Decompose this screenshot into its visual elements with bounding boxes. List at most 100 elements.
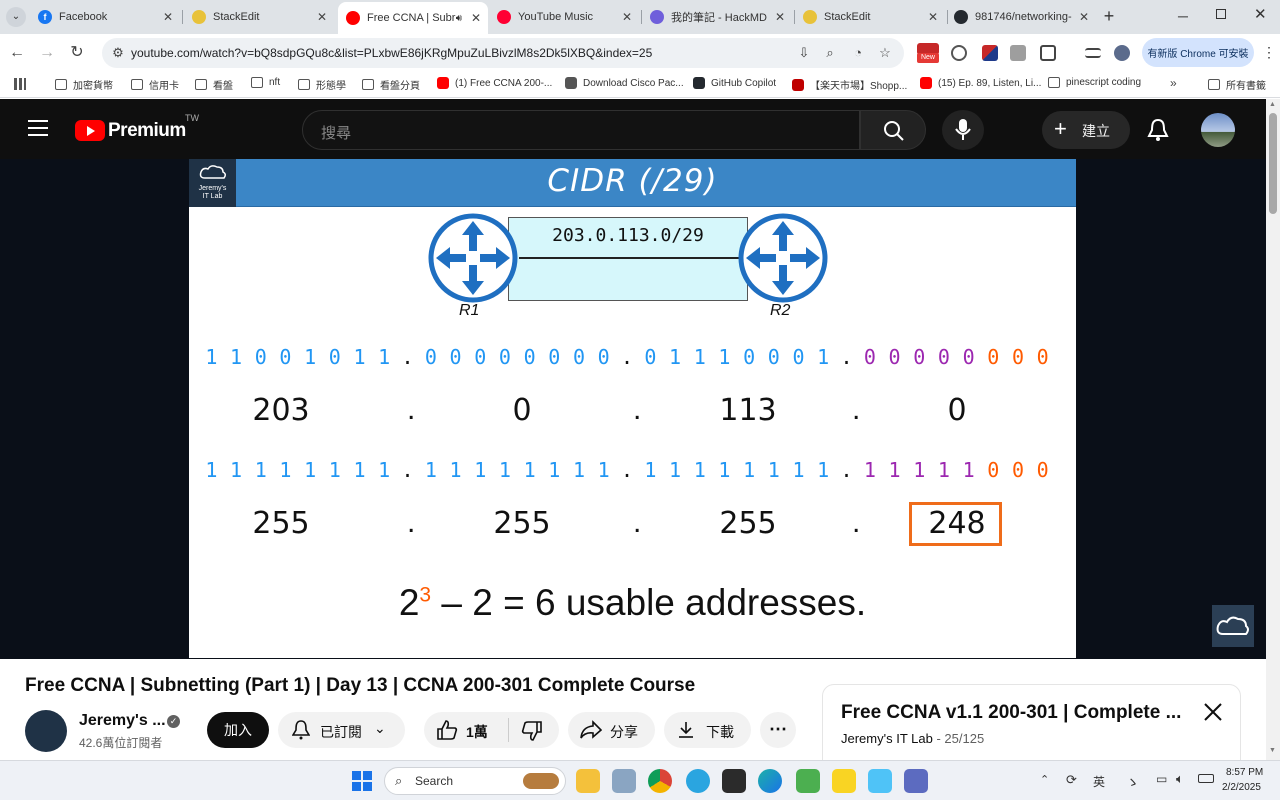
bookmark-star-icon[interactable]: ☆ <box>877 45 893 61</box>
scroll-down-arrow[interactable]: ▼ <box>1269 747 1276 754</box>
playlist-channel[interactable]: Jeremy's IT Lab <box>841 731 933 746</box>
site-info-icon[interactable]: ⚙ <box>110 45 126 61</box>
reload-icon[interactable]: ↻ <box>66 42 88 64</box>
bookmark-item[interactable]: 看盤 <box>195 77 233 92</box>
url-text[interactable]: youtube.com/watch?v=bQ8sdpGQu8c&list=PLx… <box>131 46 652 60</box>
bookmark-item[interactable]: (15) Ep. 89, Listen, Li... <box>920 77 1041 89</box>
extension-doc-icon[interactable] <box>1010 45 1026 61</box>
chrome-update-button[interactable]: 有新版 Chrome 可安裝 <box>1142 38 1254 67</box>
more-bookmarks-icon[interactable]: » <box>1170 76 1177 90</box>
tab-audio-icon[interactable]: 🔊︎ <box>456 13 462 24</box>
terminal-app-icon[interactable] <box>722 769 746 793</box>
tab-close-icon[interactable]: ✕ <box>925 10 941 24</box>
tab-close-icon[interactable]: ✕ <box>619 10 635 24</box>
bookmark-item[interactable]: Download Cisco Pac... <box>565 77 684 89</box>
ime-indicator[interactable]: 英 <box>1093 773 1105 790</box>
join-button[interactable]: 加入 <box>207 712 269 748</box>
file-explorer-icon[interactable] <box>576 769 600 793</box>
tab-close-icon[interactable]: ✕ <box>314 10 330 24</box>
extension-lens-icon[interactable] <box>951 45 967 61</box>
tab-6[interactable]: 981746/networking- ✕ <box>946 4 1096 30</box>
tab-close-icon[interactable]: ✕ <box>160 10 176 24</box>
volume-icon[interactable]: 🔈︎ <box>1176 771 1184 787</box>
address-bar[interactable]: ⚙ youtube.com/watch?v=bQ8sdpGQu8c&list=P… <box>102 38 904 68</box>
like-button[interactable]: 1萬 <box>424 712 508 748</box>
scroll-thumb[interactable] <box>1269 113 1277 214</box>
restore-button[interactable] <box>1216 9 1226 19</box>
channel-avatar[interactable] <box>25 710 67 752</box>
tab-5[interactable]: StackEdit ✕ <box>795 4 945 30</box>
tab-0[interactable]: f Facebook ✕ <box>30 4 180 30</box>
all-bookmarks[interactable]: 所有書籤 <box>1208 77 1266 92</box>
taskbar-search[interactable]: ⌕ Search <box>384 767 566 795</box>
chrome-menu-icon[interactable]: ⋮ <box>1262 44 1276 61</box>
bookmark-item[interactable]: pinescript coding <box>1048 77 1141 88</box>
settings-app-icon[interactable] <box>612 769 636 793</box>
notepad-app-icon[interactable] <box>868 769 892 793</box>
calculator-app-icon[interactable] <box>904 769 928 793</box>
forward-icon[interactable]: → <box>36 42 58 64</box>
tab-2[interactable]: Free CCNA | Subr 🔊︎ ✕ <box>338 2 488 34</box>
close-window-button[interactable]: ✕ <box>1254 5 1267 23</box>
account-avatar[interactable] <box>1201 113 1235 147</box>
network-icon[interactable]: ▭ <box>1156 772 1167 786</box>
tab-3[interactable]: YouTube Music ✕ <box>489 4 639 30</box>
bookmark-item[interactable]: 看盤分頁 <box>362 77 420 92</box>
clock-date[interactable]: 2/2/2025 <box>1222 782 1261 793</box>
dislike-button[interactable] <box>509 712 559 748</box>
bookmark-item[interactable]: 【楽天市場】Shopp... <box>792 77 907 92</box>
minimize-button[interactable]: ─ <box>1178 8 1192 24</box>
search-button[interactable] <box>860 110 926 150</box>
extension-new-icon[interactable]: New <box>917 43 939 63</box>
search-input[interactable]: 搜尋 <box>321 122 351 143</box>
tray-sync-icon[interactable]: ⟳ <box>1066 772 1077 788</box>
bookmark-item[interactable]: 信用卡 <box>131 77 179 92</box>
bookmark-item[interactable]: nft <box>251 77 280 88</box>
bookmark-item[interactable]: 加密貨幣 <box>55 77 113 92</box>
bookmark-item[interactable]: (1) Free CCNA 200-... <box>437 77 552 89</box>
video-player[interactable]: Jeremy's IT Lab CIDR (/29) 203.0.113.0/2… <box>0 159 1266 659</box>
voice-search-button[interactable] <box>942 110 984 150</box>
bookmark-item[interactable]: 形態學 <box>298 77 346 92</box>
chrome-app-icon[interactable] <box>648 769 672 793</box>
youtube-logo[interactable]: Premium TW <box>75 113 215 143</box>
tab-close-icon[interactable]: ✕ <box>772 10 788 24</box>
tab-close-icon[interactable]: ✕ <box>468 11 484 25</box>
clock-time[interactable]: 8:57 PM <box>1226 767 1263 778</box>
share-button[interactable]: 分享 <box>568 712 655 748</box>
app-green-icon[interactable] <box>796 769 820 793</box>
bookmark-item[interactable]: GitHub Copilot <box>693 77 776 89</box>
tab-4[interactable]: 我的筆記 - HackMD ✕ <box>642 4 792 30</box>
performance-icon[interactable]: ◔ <box>850 45 866 61</box>
menu-icon[interactable] <box>28 120 48 136</box>
install-app-icon[interactable]: ⇩ <box>796 45 812 61</box>
extensions-puzzle-icon[interactable] <box>1040 45 1056 61</box>
new-tab-button[interactable]: + <box>1100 7 1118 25</box>
channel-name[interactable]: Jeremy's ... <box>79 712 166 730</box>
search-box[interactable]: 搜尋 <box>302 110 860 150</box>
create-button[interactable]: + 建立 <box>1042 111 1130 149</box>
reading-list-icon[interactable] <box>1085 48 1101 58</box>
playlist-title[interactable]: Free CCNA v1.1 200-301 | Complete ... <box>841 702 1181 724</box>
tab-1[interactable]: StackEdit ✕ <box>184 4 334 30</box>
close-playlist-icon[interactable] <box>1203 702 1223 722</box>
profile-avatar-small-icon[interactable] <box>1114 45 1130 61</box>
zoom-icon[interactable]: ⌕ <box>822 45 838 61</box>
ime-mode-icon[interactable]: ゝ <box>1126 772 1139 791</box>
back-icon[interactable]: ← <box>6 42 28 64</box>
battery-icon[interactable] <box>1198 774 1214 783</box>
tab-close-icon[interactable]: ✕ <box>1076 10 1092 24</box>
telegram-app-icon[interactable] <box>686 769 710 793</box>
subscribed-button[interactable]: 已訂閱 ⌄ <box>278 712 405 748</box>
app-yellow-icon[interactable] <box>832 769 856 793</box>
apps-grid-icon[interactable] <box>14 78 26 90</box>
notifications-bell-icon[interactable] <box>1147 118 1169 142</box>
scroll-up-arrow[interactable]: ▲ <box>1269 101 1276 108</box>
start-button-icon[interactable] <box>352 771 372 791</box>
channel-watermark[interactable] <box>1212 605 1254 647</box>
more-actions-button[interactable]: ⋯ <box>760 712 796 748</box>
page-scrollbar[interactable]: ▲ ▼ <box>1266 99 1280 760</box>
tab-search-button[interactable]: ⌄ <box>6 7 26 27</box>
tray-chevron-icon[interactable]: ⌃ <box>1040 773 1049 786</box>
edge-app-icon[interactable] <box>758 769 782 793</box>
